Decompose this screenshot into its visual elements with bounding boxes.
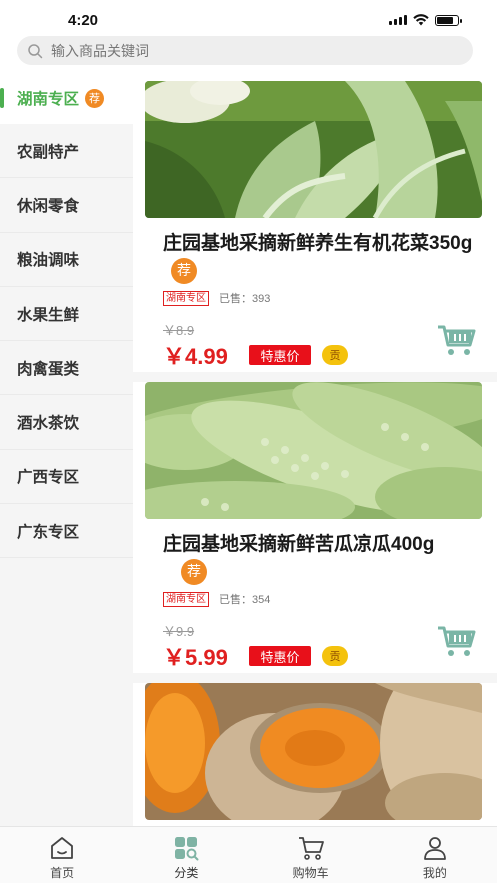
sidebar-item-label: 广东专区 [17, 523, 80, 541]
sold-count: 已售：354 [219, 594, 271, 606]
sidebar-item-hunan[interactable]: 湖南专区 荐 [0, 72, 133, 124]
search-bar[interactable] [17, 36, 473, 65]
recommend-badge: 荐 [171, 257, 197, 284]
nav-cart[interactable]: 购物车 [249, 827, 373, 883]
sidebar-item-label: 水果生鲜 [17, 306, 80, 324]
special-price-tag: 特惠价 [249, 345, 311, 365]
nav-category[interactable]: 分类 [124, 827, 248, 883]
product-meta: 湖南专区 已售：354 [163, 591, 482, 607]
region-tag: 湖南专区 [163, 290, 209, 306]
add-to-cart-icon[interactable] [436, 323, 476, 357]
sidebar-item-drinks[interactable]: 酒水茶饮 [0, 395, 133, 450]
product-title[interactable]: 庄园基地采摘新鲜苦瓜凉瓜400g 荐 [163, 531, 481, 585]
home-icon [51, 837, 74, 859]
product-card[interactable]: 庄园基地采摘新鲜苦瓜凉瓜400g 荐 湖南专区 已售：354 ￥9.9 ￥5.99… [145, 382, 482, 670]
product-card[interactable] [145, 683, 482, 820]
sidebar-item-label: 广西专区 [17, 469, 80, 487]
product-list[interactable]: 庄园基地采摘新鲜养生有机花菜350g 荐 湖南专区 已售：393 ￥8.9 ￥4.… [133, 72, 497, 826]
product-image[interactable] [145, 81, 482, 218]
sidebar-item-label: 粮油调味 [17, 252, 80, 270]
nav-profile-label: 我的 [422, 866, 447, 880]
category-sidebar: 湖南专区 荐 农副特产 休闲零食 粮油调味 水果生鲜 肉禽蛋类 酒水茶饮 广西专… [0, 72, 133, 826]
product-title-text: 庄园基地采摘新鲜苦瓜凉瓜400g [163, 534, 435, 555]
original-price: ￥8.9 [163, 323, 195, 338]
nav-cart-label: 购物车 [292, 866, 329, 880]
price-row: ￥5.99 特惠价 贡 [163, 626, 482, 670]
card-divider [133, 673, 497, 683]
sidebar-item-label: 休闲零食 [17, 197, 80, 215]
product-card[interactable]: 庄园基地采摘新鲜养生有机花菜350g 荐 湖南专区 已售：393 ￥8.9 ￥4.… [145, 81, 482, 369]
tribute-badge: 贡 [322, 646, 348, 666]
battery-icon [435, 14, 462, 26]
search-icon [28, 43, 43, 58]
nav-profile[interactable]: 我的 [373, 827, 497, 883]
bottom-nav: 首页 分类 购物车 我的 [0, 826, 497, 883]
sidebar-item-snacks[interactable]: 休闲零食 [0, 178, 133, 233]
sidebar-item-grain-oil[interactable]: 粮油调味 [0, 233, 133, 287]
sale-price: ￥5.99 [163, 645, 228, 670]
original-price: ￥9.9 [163, 624, 195, 639]
status-bar: 4:20 [0, 0, 497, 36]
sidebar-item-farm[interactable]: 农副特产 [0, 124, 133, 179]
sold-count: 已售：393 [219, 293, 271, 305]
nav-home-label: 首页 [50, 866, 75, 880]
sidebar-item-meat-egg[interactable]: 肉禽蛋类 [0, 341, 133, 396]
product-image[interactable] [145, 683, 482, 820]
sidebar-item-label: 肉禽蛋类 [17, 360, 80, 378]
nav-home[interactable]: 首页 [0, 827, 124, 883]
wifi-icon [413, 14, 429, 26]
price-row: ￥4.99 特惠价 贡 [163, 325, 482, 369]
sale-price: ￥4.99 [163, 344, 228, 369]
status-icons [389, 14, 462, 26]
nav-category-label: 分类 [174, 866, 199, 880]
sidebar-item-label: 酒水茶饮 [17, 415, 80, 433]
product-meta: 湖南专区 已售：393 [163, 290, 482, 306]
search-input[interactable] [51, 42, 431, 59]
special-price-tag: 特惠价 [249, 646, 311, 666]
sidebar-item-guangxi[interactable]: 广西专区 [0, 450, 133, 505]
recommend-badge: 荐 [85, 88, 105, 108]
sidebar-item-guangdong[interactable]: 广东专区 [0, 504, 133, 559]
card-divider [133, 372, 497, 382]
product-title-text: 庄园基地采摘新鲜养生有机花菜350g [163, 233, 473, 254]
product-title[interactable]: 庄园基地采摘新鲜养生有机花菜350g 荐 [163, 230, 481, 284]
region-tag: 湖南专区 [163, 591, 209, 607]
category-icon [175, 837, 199, 861]
recommend-badge: 荐 [181, 558, 207, 585]
sidebar-item-label: 湖南专区 [17, 91, 80, 108]
cart-icon [298, 837, 324, 860]
product-image[interactable] [145, 382, 482, 519]
add-to-cart-icon[interactable] [436, 624, 476, 658]
signal-icon [389, 15, 407, 25]
status-time: 4:20 [68, 12, 99, 29]
user-icon [423, 837, 446, 860]
sidebar-item-fruit[interactable]: 水果生鲜 [0, 287, 133, 342]
sidebar-item-label: 农副特产 [17, 143, 80, 161]
tribute-badge: 贡 [322, 345, 348, 365]
